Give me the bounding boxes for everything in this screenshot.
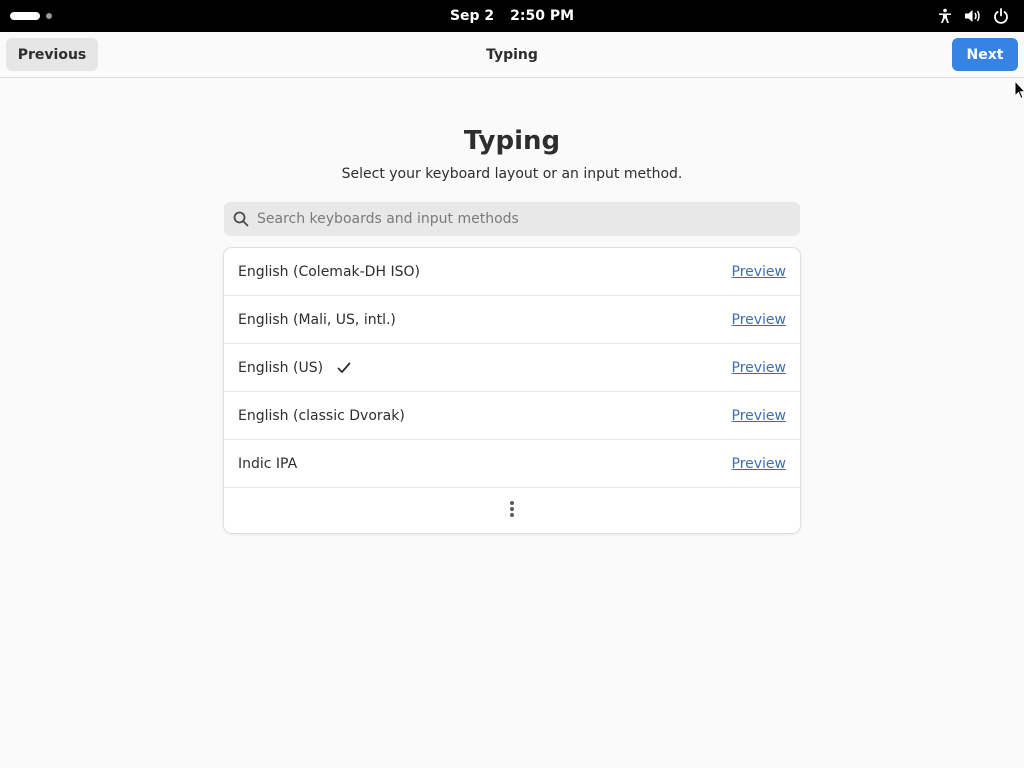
top-bar: Sep 2 2:50 PM [0, 0, 1024, 32]
more-options-icon [509, 500, 515, 522]
preview-link[interactable]: Preview [732, 264, 787, 280]
header-bar: Previous Typing Next [0, 32, 1024, 78]
show-more-row[interactable] [224, 488, 800, 533]
previous-button[interactable]: Previous [6, 38, 98, 71]
clock-time[interactable]: 2:50 PM [510, 8, 574, 24]
header-title: Typing [486, 47, 538, 63]
page-title: Typing [463, 126, 561, 156]
list-item[interactable]: English (Mali, US, intl.) Preview [224, 296, 800, 344]
layout-label: English (US) [238, 359, 324, 376]
clock: Sep 2 2:50 PM [0, 0, 1024, 32]
layout-label: English (classic Dvorak) [238, 407, 405, 424]
list-item[interactable]: English (Colemak-DH ISO) Preview [224, 248, 800, 296]
clock-date[interactable]: Sep 2 [450, 8, 494, 24]
search-icon [233, 211, 249, 227]
list-item[interactable]: Indic IPA Preview [224, 440, 800, 488]
list-item-selected[interactable]: English (US) Preview [224, 344, 800, 392]
search-input[interactable] [255, 202, 785, 236]
power-icon[interactable] [992, 7, 1010, 25]
layout-label: English (Mali, US, intl.) [238, 311, 396, 328]
keyboard-layout-list: English (Colemak-DH ISO) Preview English… [224, 248, 800, 533]
list-item[interactable]: English (classic Dvorak) Preview [224, 392, 800, 440]
volume-icon[interactable] [964, 7, 982, 25]
workspace-indicator [46, 13, 52, 19]
preview-link[interactable]: Preview [732, 408, 787, 424]
preview-link[interactable]: Preview [732, 312, 787, 328]
activities-button[interactable] [10, 8, 60, 24]
layout-label: Indic IPA [238, 455, 298, 472]
layout-label: English (Colemak-DH ISO) [238, 263, 420, 280]
next-button[interactable]: Next [952, 38, 1018, 71]
checkmark-icon [337, 361, 351, 375]
mouse-pointer-icon [1014, 79, 1024, 100]
preview-link[interactable]: Preview [732, 456, 787, 472]
page-subtitle: Select your keyboard layout or an input … [341, 166, 683, 182]
preview-link[interactable]: Preview [732, 360, 787, 376]
accessibility-icon[interactable] [936, 7, 954, 25]
system-tray[interactable] [936, 0, 1010, 32]
search-field[interactable] [224, 202, 800, 236]
workspace-indicator-active [10, 12, 40, 20]
